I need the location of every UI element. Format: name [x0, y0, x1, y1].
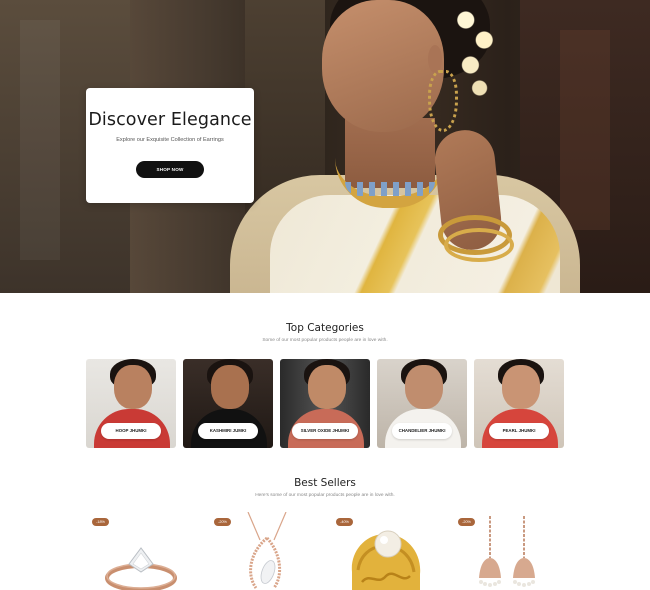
- ring-icon: [105, 547, 177, 590]
- hero-model-saree: [270, 195, 560, 293]
- category-card-pearl-jhumki[interactable]: PEARL JHUMKI: [474, 359, 564, 448]
- hero-model-necklace-drops: [345, 182, 435, 196]
- hero-background-carving: [20, 20, 60, 260]
- pendant-necklace-icon: [247, 512, 287, 589]
- category-model-face: [211, 365, 249, 409]
- product-card-ring[interactable]: -18%: [86, 512, 196, 590]
- category-label[interactable]: SILVER OXIDE JHUMKI: [292, 423, 358, 439]
- hero-banner: Discover Elegance Explore our Exquisite …: [0, 0, 650, 293]
- hero-background-panel: [560, 30, 610, 230]
- product-card-pendant[interactable]: -20%: [208, 512, 318, 590]
- category-model-face: [114, 365, 152, 409]
- shop-now-button[interactable]: SHOP NOW: [136, 161, 204, 178]
- jhumki-earrings-icon: [479, 516, 535, 587]
- category-label[interactable]: PEARL JHUMKI: [489, 423, 549, 439]
- best-sellers-title: Best Sellers: [294, 477, 356, 489]
- category-model-face: [502, 365, 540, 409]
- hero-model-bangle: [444, 228, 514, 262]
- hero-model-hair-flowers: [452, 0, 498, 100]
- hero-model-face: [322, 0, 444, 132]
- hero-model-ear: [428, 45, 442, 73]
- category-label[interactable]: KASHMIRI JUMKI: [198, 423, 258, 439]
- product-card-pearl-ring[interactable]: -40%: [330, 512, 440, 590]
- pearl-ring-icon: [351, 530, 421, 590]
- category-card-silver-oxide-jhumki[interactable]: SILVER OXIDE JHUMKI: [280, 359, 370, 448]
- category-label[interactable]: HOOP JHUMKI: [101, 423, 161, 439]
- category-card-chandelier-jhumki[interactable]: CHANDELIER JHUMKI: [377, 359, 467, 448]
- category-model-face: [308, 365, 346, 409]
- top-categories-subtitle: Some of our most popular products people…: [262, 338, 388, 343]
- hero-subtitle: Explore our Exquisite Collection of Earr…: [116, 137, 224, 143]
- best-sellers-subtitle: Here's some of our most popular products…: [255, 493, 395, 498]
- category-model-face: [405, 365, 443, 409]
- hero-title: Discover Elegance: [88, 110, 252, 130]
- category-card-kashmiri-jumki[interactable]: KASHMIRI JUMKI: [183, 359, 273, 448]
- top-categories-title: Top Categories: [286, 322, 364, 334]
- product-card-jhumki-earrings[interactable]: -20%: [452, 512, 562, 590]
- hero-promo-card: Discover Elegance Explore our Exquisite …: [86, 88, 254, 203]
- category-card-hoop-jhumki[interactable]: HOOP JHUMKI: [86, 359, 176, 448]
- category-label[interactable]: CHANDELIER JHUMKI: [392, 423, 452, 439]
